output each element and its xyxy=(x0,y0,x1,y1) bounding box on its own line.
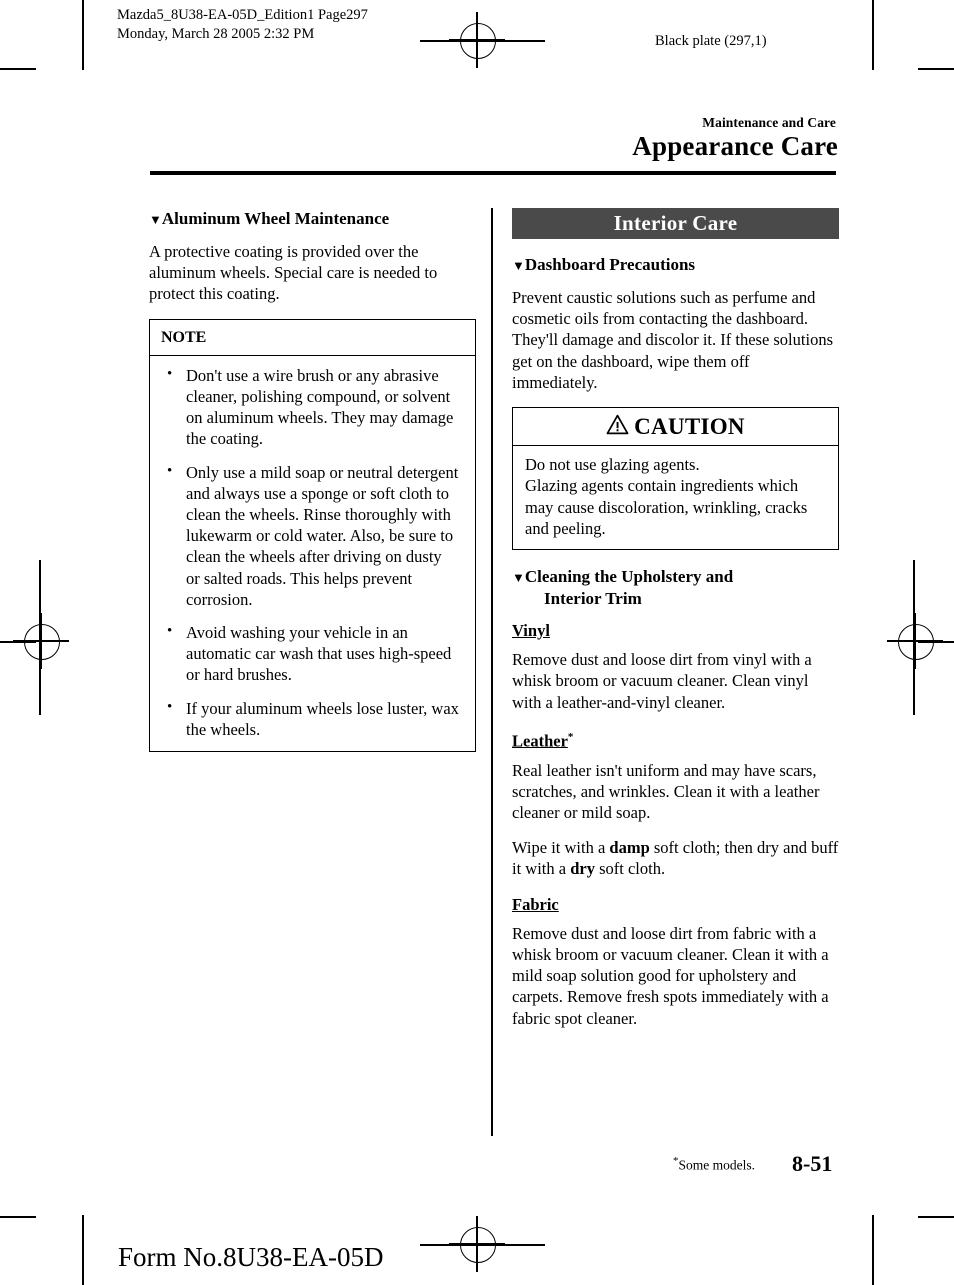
section-heading-label-line2: Interior Trim xyxy=(544,589,642,609)
registration-mark-right xyxy=(887,613,943,669)
leather-wipe-part3: soft cloth. xyxy=(594,859,666,879)
subsection-heading-leather: Leather* xyxy=(512,727,839,752)
section-heading-dashboard-precautions: ▼Dashboard Precautions xyxy=(512,254,839,276)
registration-circle-icon xyxy=(24,624,60,660)
page-title: Appearance Care xyxy=(632,131,838,161)
chapter-label: Maintenance and Care xyxy=(702,115,836,130)
fabric-paragraph: Remove dust and loose dirt from fabric w… xyxy=(512,923,829,1028)
leather-wipe-bold-dry: dry xyxy=(570,859,595,879)
note-box: NOTE Don't use a wire brush or any abras… xyxy=(149,318,476,753)
black-plate-label: Black plate (297,1) xyxy=(655,33,767,49)
footnote-text: Some models. xyxy=(678,1157,756,1173)
list-item: If your aluminum wheels lose luster, wax… xyxy=(167,697,459,740)
left-column: ▼Aluminum Wheel Maintenance A protective… xyxy=(149,208,476,753)
section-heading-label: Dashboard Precautions xyxy=(524,255,696,274)
crop-mark-horizontal-top-right xyxy=(918,68,954,70)
section-heading-label-line1: Cleaning the Upholstery and xyxy=(524,567,734,587)
caution-box-title-label: CAUTION xyxy=(634,414,745,440)
crop-mark-vertical-top-left xyxy=(82,0,84,70)
crop-mark-vertical-bottom-right xyxy=(872,1215,874,1285)
right-column: Interior Care ▼Dashboard Precautions Pre… xyxy=(512,208,839,1029)
caution-box-body: Do not use glazing agents. Glazing agents… xyxy=(513,446,838,549)
registration-mark-top xyxy=(449,12,505,68)
note-box-title: NOTE xyxy=(150,320,475,356)
section-heading-aluminum-wheel-maintenance: ▼Aluminum Wheel Maintenance xyxy=(149,208,476,230)
form-number: Form No.8U38-EA-05D xyxy=(118,1242,384,1272)
section-marker-triangle-icon: ▼ xyxy=(512,258,525,273)
crop-mark-vertical-top-right xyxy=(872,0,874,70)
title-underline-rule xyxy=(150,171,836,175)
leather-wipe-paragraph: Wipe it with a damp soft cloth; then dry… xyxy=(512,837,839,879)
section-banner-interior-care: Interior Care xyxy=(512,208,839,239)
registration-circle-icon xyxy=(460,23,496,59)
section-heading-cleaning-upholstery: ▼Cleaning the Upholstery and Interior Tri… xyxy=(512,566,839,609)
print-header-line-2: Monday, March 28 2005 2:32 PM xyxy=(117,25,315,42)
subsection-heading-label: Vinyl xyxy=(512,621,550,641)
subsection-heading-label: Fabric xyxy=(512,894,559,914)
list-item: Don't use a wire brush or any abrasive c… xyxy=(167,364,459,450)
registration-crosshair-horizontal xyxy=(13,640,69,642)
leather-wipe-part1: Wipe it with a xyxy=(512,838,610,858)
note-list: Don't use a wire brush or any abrasive c… xyxy=(150,364,467,740)
registration-crosshair-horizontal xyxy=(449,1243,505,1245)
footnote: *Some models. xyxy=(673,1155,755,1174)
aluminum-wheel-intro-paragraph: A protective coating is provided over th… xyxy=(149,242,438,304)
crop-mark-horizontal-bottom-left xyxy=(0,1216,36,1218)
caution-box-title: CAUTION xyxy=(513,408,838,447)
leather-wipe-bold-damp: damp xyxy=(609,838,650,858)
section-marker-triangle-icon: ▼ xyxy=(149,212,162,227)
print-header-line-1: Mazda5_8U38-EA-05D_Edition1 Page297 xyxy=(117,7,368,23)
section-heading-label: Aluminum Wheel Maintenance xyxy=(161,209,390,228)
warning-triangle-icon xyxy=(606,414,629,438)
crop-mark-horizontal-top-left xyxy=(0,68,36,70)
crop-mark-horizontal-bottom-right xyxy=(918,1216,954,1218)
registration-mark-left xyxy=(13,613,69,669)
subsection-heading-label: Leather xyxy=(512,731,568,751)
list-item: Only use a mild soap or neutral detergen… xyxy=(167,461,459,610)
subsection-heading-vinyl: Vinyl xyxy=(512,620,839,641)
dashboard-precautions-paragraph: Prevent caustic solutions such as perfum… xyxy=(512,288,833,392)
caution-box-text: Do not use glazing agents. Glazing agents… xyxy=(525,455,808,538)
registration-crosshair-horizontal xyxy=(449,39,505,41)
registration-mark-bottom xyxy=(449,1216,505,1272)
footnote-asterisk-marker: * xyxy=(567,730,574,743)
registration-crosshair-horizontal xyxy=(887,640,943,642)
list-item: Avoid washing your vehicle in an automat… xyxy=(167,621,459,686)
caution-box: CAUTION Do not use glazing agents. Glazin… xyxy=(512,407,839,551)
section-marker-triangle-icon: ▼ xyxy=(512,570,525,586)
leather-paragraph: Real leather isn't uniform and may have … xyxy=(512,760,820,822)
page-number: 8-51 xyxy=(792,1151,833,1176)
subsection-heading-fabric: Fabric xyxy=(512,894,839,915)
registration-circle-icon xyxy=(460,1227,496,1263)
column-divider xyxy=(491,208,493,1136)
crop-mark-vertical-bottom-left xyxy=(82,1215,84,1285)
note-box-body: Don't use a wire brush or any abrasive c… xyxy=(150,356,475,751)
vinyl-paragraph: Remove dust and loose dirt from vinyl wi… xyxy=(512,650,812,712)
document-print-header: Mazda5_8U38-EA-05D_Edition1 Page297 Monda… xyxy=(117,6,368,43)
registration-circle-icon xyxy=(898,624,934,660)
